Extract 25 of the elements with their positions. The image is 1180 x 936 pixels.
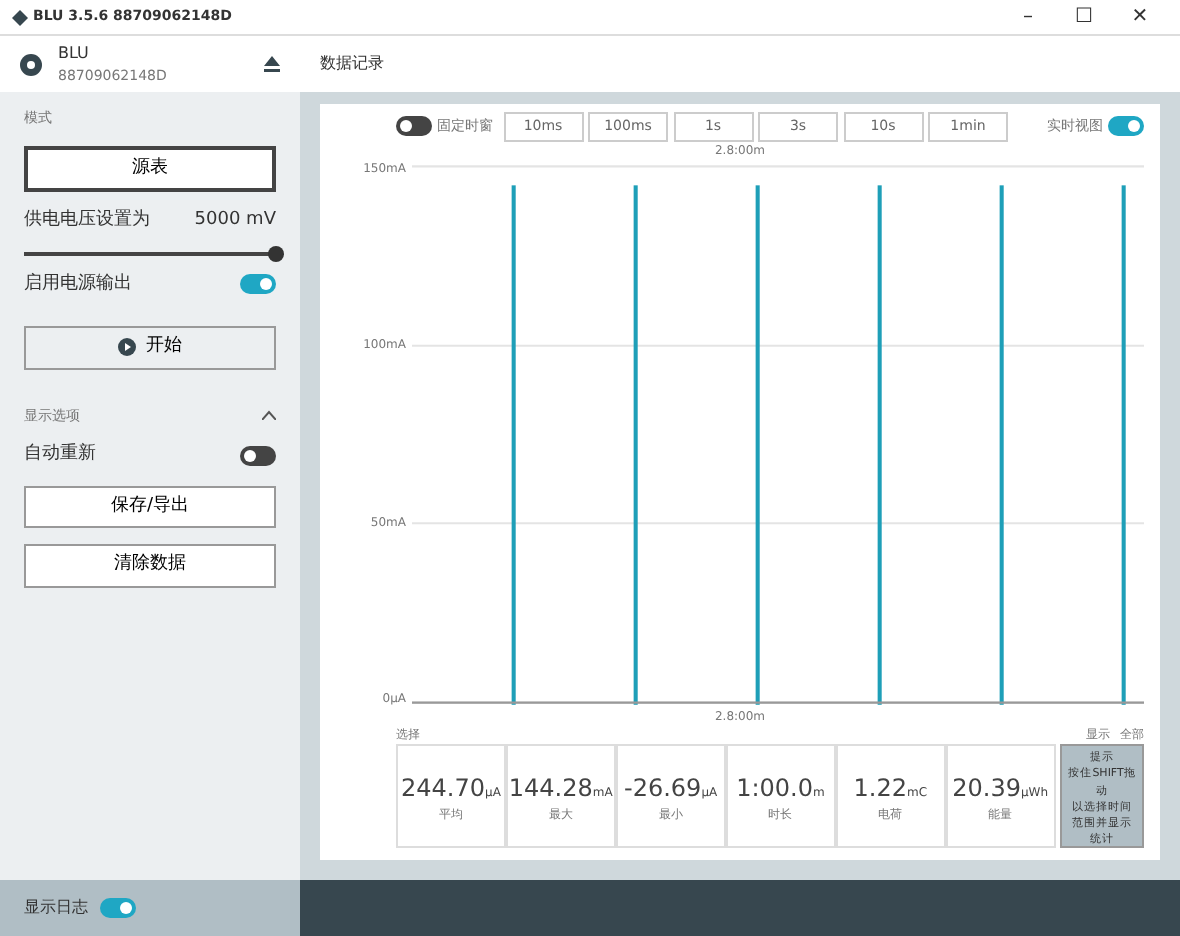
toggle-switch[interactable] [100, 898, 136, 918]
toggle-switch[interactable] [240, 274, 276, 295]
sidebar-button[interactable]: 保存/导出 [24, 485, 276, 528]
device-icon [20, 53, 42, 75]
toggle-label: 显示日志 [24, 896, 88, 920]
close-button[interactable]: ✕ [1112, 2, 1168, 32]
eject-icon[interactable] [264, 56, 280, 72]
slider-thumb[interactable] [268, 245, 284, 261]
app-logo-icon [12, 9, 28, 25]
toggle-label: 自动重新 [24, 442, 96, 468]
toggle-switch[interactable] [240, 445, 276, 466]
play-circle-icon [118, 338, 136, 357]
device-name: BLU [58, 41, 91, 66]
voltage-reading: 5000 mV [194, 208, 276, 234]
caret-icon[interactable] [262, 405, 276, 426]
sidebar-button[interactable]: 源表 [24, 145, 276, 192]
page-title: 数据记录 [320, 52, 384, 76]
sidebar-button[interactable]: 清除数据 [24, 544, 276, 587]
toggle-label: 启用电源输出 [24, 271, 132, 297]
minimize-button[interactable]: – [1000, 2, 1056, 32]
toggle-switch[interactable] [396, 116, 432, 137]
slider-label: 供电电压设置为 [24, 208, 150, 234]
toggle-switch[interactable] [1108, 116, 1144, 137]
maximize-button[interactable]: ☐ [1056, 2, 1112, 32]
start-button[interactable]: 开始 [24, 326, 276, 369]
